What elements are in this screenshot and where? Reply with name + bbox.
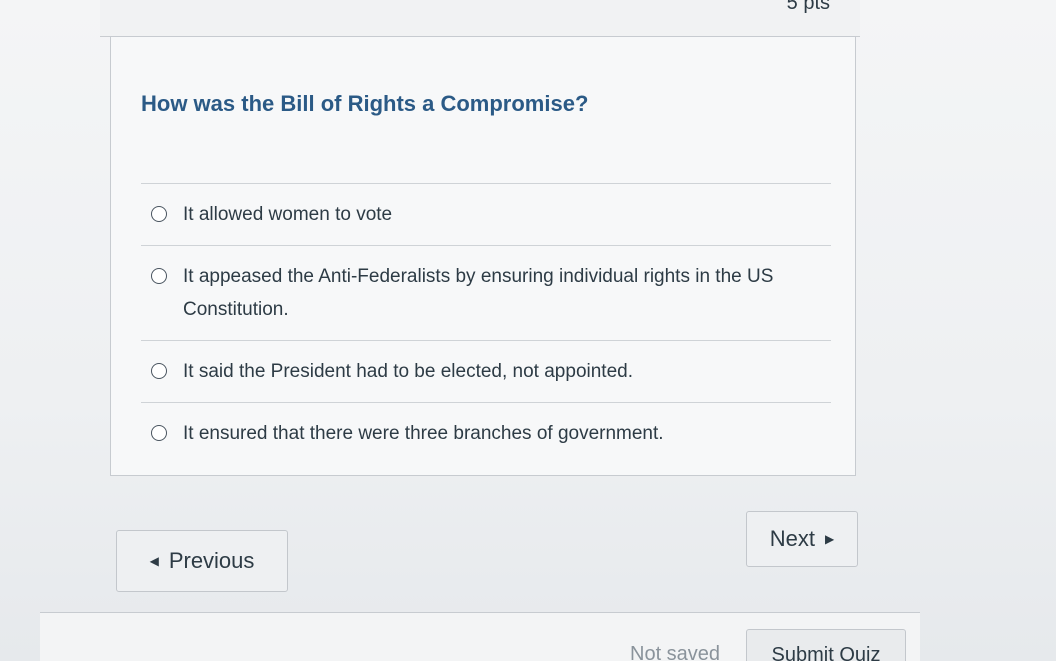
submit-quiz-button[interactable]: Submit Quiz [746,629,906,661]
radio-button[interactable] [151,363,167,379]
answer-option[interactable]: It allowed women to vote [141,183,831,245]
answer-label: It said the President had to be elected,… [183,361,633,382]
quiz-page: 5 pts How was the Bill of Rights a Compr… [0,0,1056,661]
answer-label: It appeased the Anti-Federalists by ensu… [183,266,774,320]
radio-button[interactable] [151,206,167,222]
answer-option[interactable]: It ensured that there were three branche… [141,402,831,464]
caret-left-icon: ◀ [149,554,159,568]
question-text: How was the Bill of Rights a Compromise? [141,91,589,116]
save-status: Not saved [630,643,721,661]
answer-label: It allowed women to vote [183,204,393,225]
answer-option[interactable]: It said the President had to be elected,… [141,340,831,402]
answer-label: It ensured that there were three branche… [183,423,664,444]
radio-button[interactable] [151,268,167,284]
points-label: 5 pts [786,0,830,14]
quiz-footer: Not saved Submit Quiz [40,612,920,661]
question-header: 5 pts [100,0,860,37]
next-label: Next [769,526,815,551]
question-card: How was the Bill of Rights a Compromise?… [110,36,856,476]
radio-button[interactable] [151,425,167,441]
answer-option[interactable]: It appeased the Anti-Federalists by ensu… [141,245,831,340]
previous-button[interactable]: ◀ Previous [116,530,288,592]
previous-label: Previous [168,548,255,573]
next-button[interactable]: Next ▶ [746,511,858,567]
answer-list: It allowed women to vote It appeased the… [141,183,831,464]
caret-right-icon: ▶ [825,532,835,546]
